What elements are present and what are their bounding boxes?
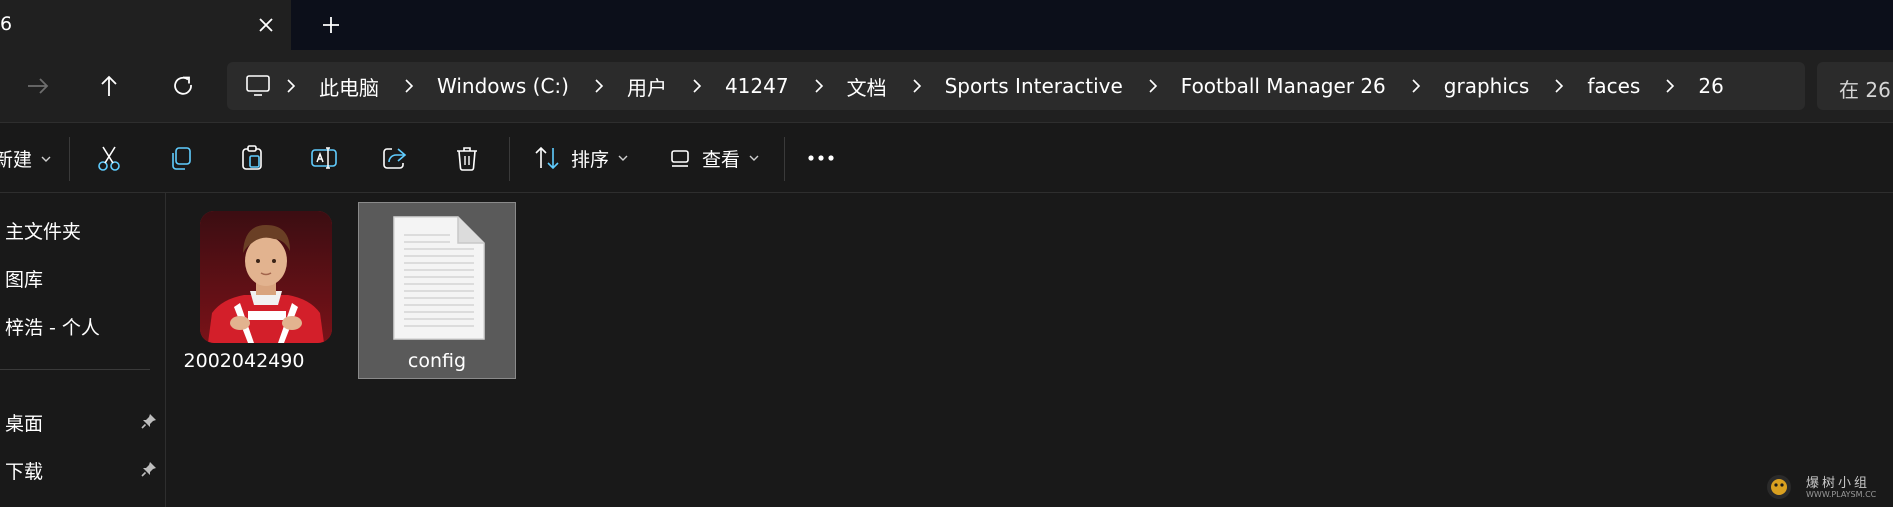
chevron-right-icon[interactable] [1662, 78, 1678, 94]
breadcrumb-item-football-manager[interactable]: Football Manager 26 [1181, 74, 1386, 98]
sidebar-item-label: 桌面 [5, 413, 44, 435]
file-list: 2002042490 config [166, 193, 1893, 507]
tab-current[interactable]: 6 [0, 0, 291, 50]
computer-icon [246, 75, 270, 96]
chevron-right-icon[interactable] [283, 78, 299, 94]
paste-icon[interactable] [237, 143, 267, 173]
chevron-right-icon[interactable] [1408, 78, 1424, 94]
watermark-text: 爆树小组 [1806, 476, 1871, 491]
file-name: config [407, 350, 467, 372]
player-photo-image [200, 211, 332, 343]
chevron-right-icon[interactable] [401, 78, 417, 94]
pin-icon[interactable] [141, 461, 157, 477]
search-placeholder: 在 26 [1839, 78, 1891, 102]
breadcrumb-item-documents[interactable]: 文档 [847, 72, 887, 101]
navigation-bar: 此电脑 Windows (C:) 用户 41247 文档 Sports Inte… [0, 50, 1893, 122]
sidebar-item-gallery[interactable]: 图库 [0, 259, 165, 295]
chevron-right-icon[interactable] [689, 78, 705, 94]
player-photo-thumbnail [200, 211, 332, 343]
tab-title: 6 [0, 13, 13, 35]
file-item-selected[interactable]: config [358, 202, 516, 379]
separator [69, 137, 70, 181]
pin-icon[interactable] [141, 413, 157, 429]
sidebar-item-label: 梓浩 - 个人 [5, 317, 100, 339]
navigation-pane: 主文件夹 图库 梓浩 - 个人 桌面 下载 [0, 193, 165, 507]
sidebar-item-desktop[interactable]: 桌面 [0, 403, 165, 439]
breadcrumb-item-user[interactable]: 41247 [725, 74, 789, 98]
refresh-icon[interactable] [167, 70, 199, 102]
sort-button-label: 排序 [571, 148, 610, 171]
chevron-right-icon[interactable] [909, 78, 925, 94]
watermark-logo [1767, 475, 1791, 499]
view-icon [671, 150, 689, 167]
more-options-icon[interactable] [806, 154, 836, 162]
file-item[interactable]: 2002042490 [166, 203, 332, 378]
breadcrumb-item-26[interactable]: 26 [1698, 74, 1723, 98]
separator [509, 137, 510, 181]
watermark-url: WWW.PLAYSM.CC [1806, 490, 1877, 499]
file-name: 2002042490 [183, 350, 305, 372]
delete-icon[interactable] [452, 143, 482, 173]
breadcrumb-item-windows-c[interactable]: Windows (C:) [437, 74, 569, 98]
sidebar-item-home[interactable]: 主文件夹 [0, 211, 165, 247]
command-bar: 新建 排序 查看 [0, 123, 1893, 192]
chevron-right-icon[interactable] [1551, 78, 1567, 94]
view-button[interactable]: 查看 [668, 143, 760, 173]
close-icon[interactable] [253, 12, 279, 38]
forward-arrow-icon[interactable] [22, 70, 54, 102]
sidebar-item-downloads[interactable]: 下载 [0, 451, 165, 487]
breadcrumb-item-graphics[interactable]: graphics [1444, 74, 1530, 98]
breadcrumb-item-users[interactable]: 用户 [627, 72, 667, 101]
chevron-down-icon [41, 156, 51, 162]
rename-icon[interactable] [309, 143, 339, 173]
sidebar-divider [0, 369, 150, 370]
file-explorer-window: 6 此电脑 Windows (C:) 用户 41247 文档 Sports In… [0, 0, 1893, 507]
share-icon[interactable] [380, 143, 410, 173]
chevron-down-icon [749, 155, 759, 161]
sort-icon [535, 146, 559, 170]
search-input[interactable]: 在 26 [1817, 62, 1893, 110]
breadcrumb: 此电脑 Windows (C:) 用户 41247 文档 Sports Inte… [283, 62, 1746, 110]
chevron-right-icon[interactable] [1145, 78, 1161, 94]
breadcrumb-item-sports-interactive[interactable]: Sports Interactive [945, 74, 1123, 98]
sidebar-item-label: 下载 [5, 461, 44, 483]
sidebar-item-label: 图库 [5, 269, 44, 291]
sort-button[interactable]: 排序 [533, 143, 629, 173]
new-button-label: 新建 [0, 149, 33, 171]
breadcrumb-item-this-pc[interactable]: 此电脑 [319, 72, 379, 101]
breadcrumb-item-faces[interactable]: faces [1587, 74, 1640, 98]
cut-icon[interactable] [94, 143, 124, 173]
copy-icon[interactable] [166, 143, 196, 173]
sidebar-item-onedrive-personal[interactable]: 梓浩 - 个人 [0, 307, 165, 343]
chevron-down-icon [618, 155, 628, 161]
view-button-label: 查看 [702, 148, 741, 171]
plus-icon[interactable] [318, 12, 344, 38]
address-bar[interactable]: 此电脑 Windows (C:) 用户 41247 文档 Sports Inte… [227, 62, 1805, 110]
chevron-right-icon[interactable] [811, 78, 827, 94]
new-button[interactable]: 新建 [0, 145, 52, 172]
sidebar-item-label: 主文件夹 [5, 221, 82, 243]
tab-strip: 6 [0, 0, 1893, 50]
separator [784, 137, 785, 181]
up-arrow-icon[interactable] [93, 70, 125, 102]
chevron-right-icon[interactable] [591, 78, 607, 94]
text-document-icon [393, 216, 485, 340]
watermark: 爆树小组 WWW.PLAYSM.CC [1762, 470, 1890, 504]
